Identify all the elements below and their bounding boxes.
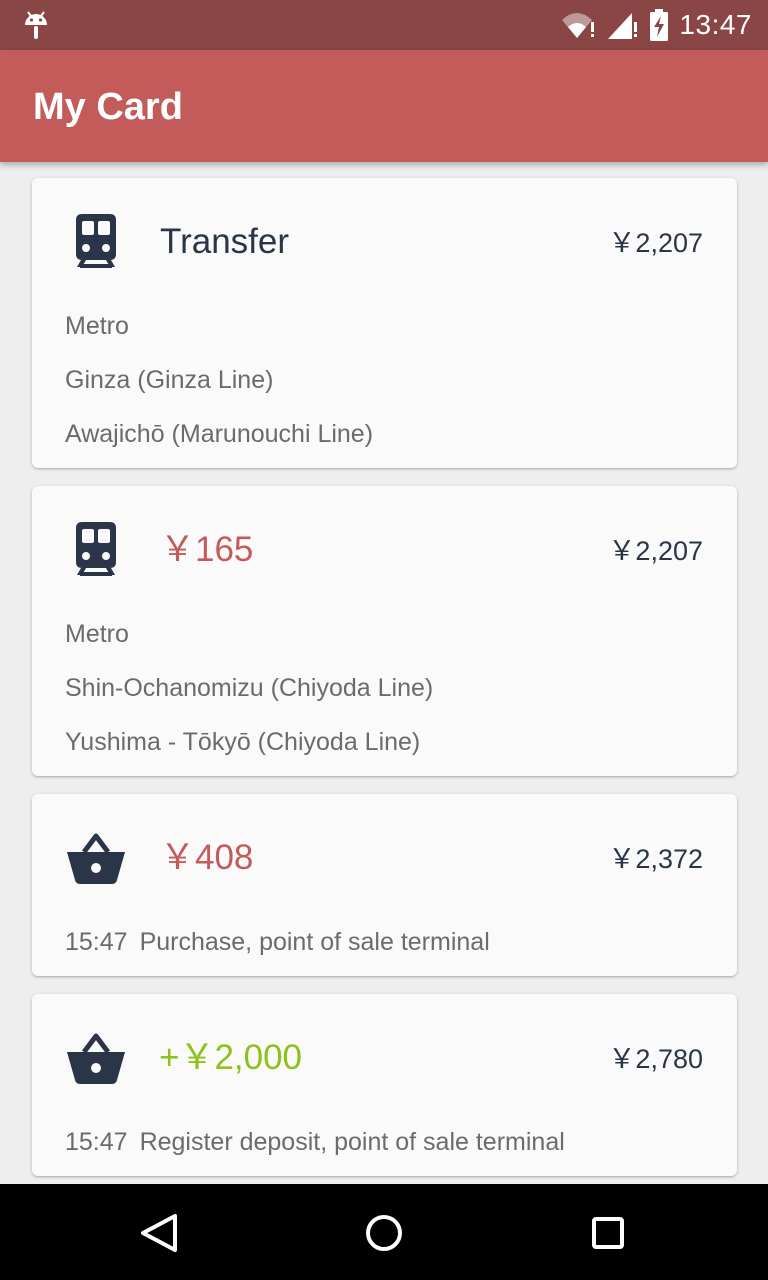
transaction-amount: ￥165 xyxy=(160,530,254,569)
android-icon xyxy=(25,11,47,39)
signal-icon xyxy=(608,13,638,39)
wifi-icon xyxy=(562,13,595,38)
transaction-card[interactable]: Transfer ￥2,207 Metro Ginza (Ginza Line)… xyxy=(32,178,737,468)
basket-icon xyxy=(67,1033,125,1084)
transaction-detail: Metro xyxy=(65,620,129,648)
status-bar: 13:47 xyxy=(0,0,768,50)
app-bar: My Card xyxy=(0,50,768,162)
transaction-description: Register deposit, point of sale terminal xyxy=(139,1128,565,1156)
transaction-detail: Metro xyxy=(65,312,129,340)
transaction-detail: Shin-Ochanomizu (Chiyoda Line) xyxy=(65,674,434,702)
transaction-detail: 15:47 Purchase, point of sale terminal xyxy=(65,927,490,957)
transaction-description: Purchase, point of sale terminal xyxy=(139,928,490,956)
balance-amount: ￥2,207 xyxy=(608,228,703,258)
train-icon xyxy=(76,522,116,576)
transaction-detail: Ginza (Ginza Line) xyxy=(65,366,274,394)
transaction-detail: 15:47 Register deposit, point of sale ter… xyxy=(65,1127,565,1157)
transaction-amount: ￥408 xyxy=(160,838,254,877)
train-icon xyxy=(76,214,116,268)
transaction-detail: Yushima - Tōkyō (Chiyoda Line) xyxy=(65,728,421,756)
transaction-card[interactable]: ￥165 ￥2,207 Metro Shin-Ochanomizu (Chiyo… xyxy=(32,486,737,776)
balance-amount: ￥2,372 xyxy=(608,844,703,874)
transaction-time: 15:47 xyxy=(65,928,128,956)
transaction-amount: +￥2,000 xyxy=(159,1038,303,1077)
status-time: 13:47 xyxy=(679,9,752,40)
balance-amount: ￥2,780 xyxy=(608,1044,703,1074)
basket-icon xyxy=(67,833,125,884)
screen: 13:47 My Card Transfer ￥2,207 Metro Ginz… xyxy=(0,0,768,1280)
page-title: My Card xyxy=(33,86,183,128)
transaction-detail: Awajichō (Marunouchi Line) xyxy=(65,420,374,448)
transaction-card[interactable]: +￥2,000 ￥2,780 15:47 Register deposit, po… xyxy=(32,994,737,1176)
battery-charging-icon xyxy=(650,9,669,41)
transaction-time: 15:47 xyxy=(65,1128,128,1156)
navigation-bar xyxy=(0,1184,768,1280)
transaction-card[interactable]: ￥408 ￥2,372 15:47 Purchase, point of sale… xyxy=(32,794,737,976)
home-icon[interactable] xyxy=(359,1208,409,1258)
balance-amount: ￥2,207 xyxy=(608,536,703,566)
transaction-title: Transfer xyxy=(160,222,290,261)
status-icons: 13:47 xyxy=(561,8,752,42)
recents-icon[interactable] xyxy=(583,1208,633,1258)
back-icon[interactable] xyxy=(135,1208,185,1258)
